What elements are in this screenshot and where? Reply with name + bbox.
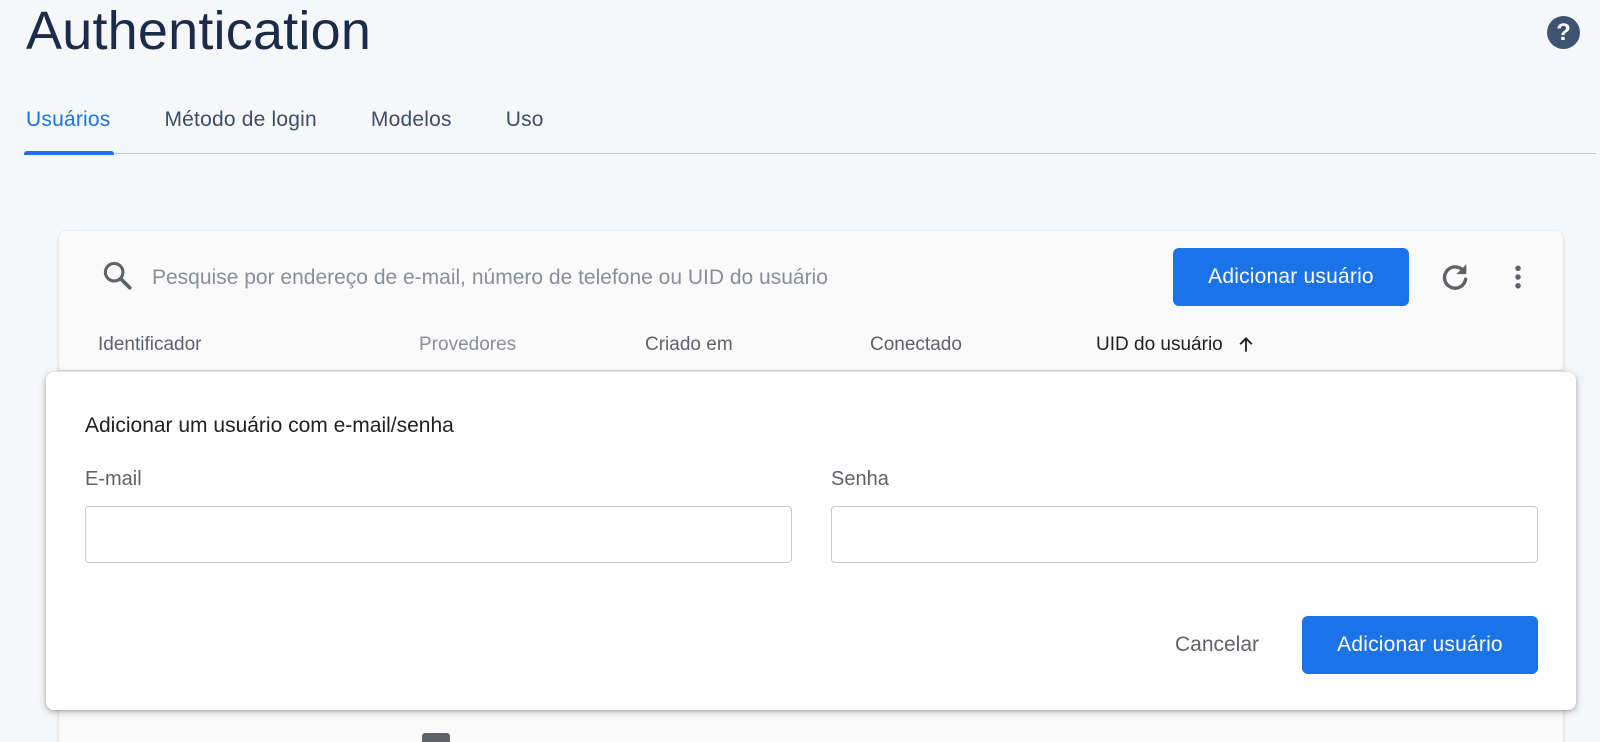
add-user-button[interactable]: Adicionar usuário xyxy=(1173,248,1409,306)
dialog-add-user-button[interactable]: Adicionar usuário xyxy=(1302,616,1538,674)
column-header-conectado[interactable]: Conectado xyxy=(870,334,962,356)
more-vert-icon[interactable] xyxy=(1503,260,1533,294)
column-header-criado-em[interactable]: Criado em xyxy=(645,334,733,356)
tab-uso[interactable]: Uso xyxy=(504,100,546,154)
cancel-button[interactable]: Cancelar xyxy=(1155,618,1279,672)
tab-usuarios[interactable]: Usuários xyxy=(24,100,115,155)
column-header-provedores: Provedores xyxy=(419,334,517,355)
column-header-identificador[interactable]: Identificador xyxy=(98,334,202,356)
refresh-icon[interactable] xyxy=(1438,260,1472,294)
arrow-up-icon xyxy=(1239,337,1253,352)
column-header-uid-label: UID do usuário xyxy=(1096,334,1223,355)
search-icon xyxy=(103,261,132,290)
table-header-divider xyxy=(59,370,1563,371)
search-input[interactable] xyxy=(152,258,1112,298)
tab-metodo-de-login[interactable]: Método de login xyxy=(162,100,318,154)
provider-icon xyxy=(422,733,450,742)
tab-bar: Usuários Método de login Modelos Uso xyxy=(24,100,1596,155)
email-label: E-mail xyxy=(85,468,142,490)
password-label: Senha xyxy=(831,468,889,490)
page-title: Authentication xyxy=(26,1,372,61)
column-header-uid[interactable]: UID do usuário xyxy=(1096,334,1256,356)
password-field[interactable] xyxy=(831,506,1538,563)
help-circle-icon[interactable]: ? xyxy=(1547,16,1580,49)
email-field[interactable] xyxy=(85,506,792,563)
dialog-title: Adicionar um usuário com e-mail/senha xyxy=(85,414,454,437)
tab-modelos[interactable]: Modelos xyxy=(369,100,454,154)
